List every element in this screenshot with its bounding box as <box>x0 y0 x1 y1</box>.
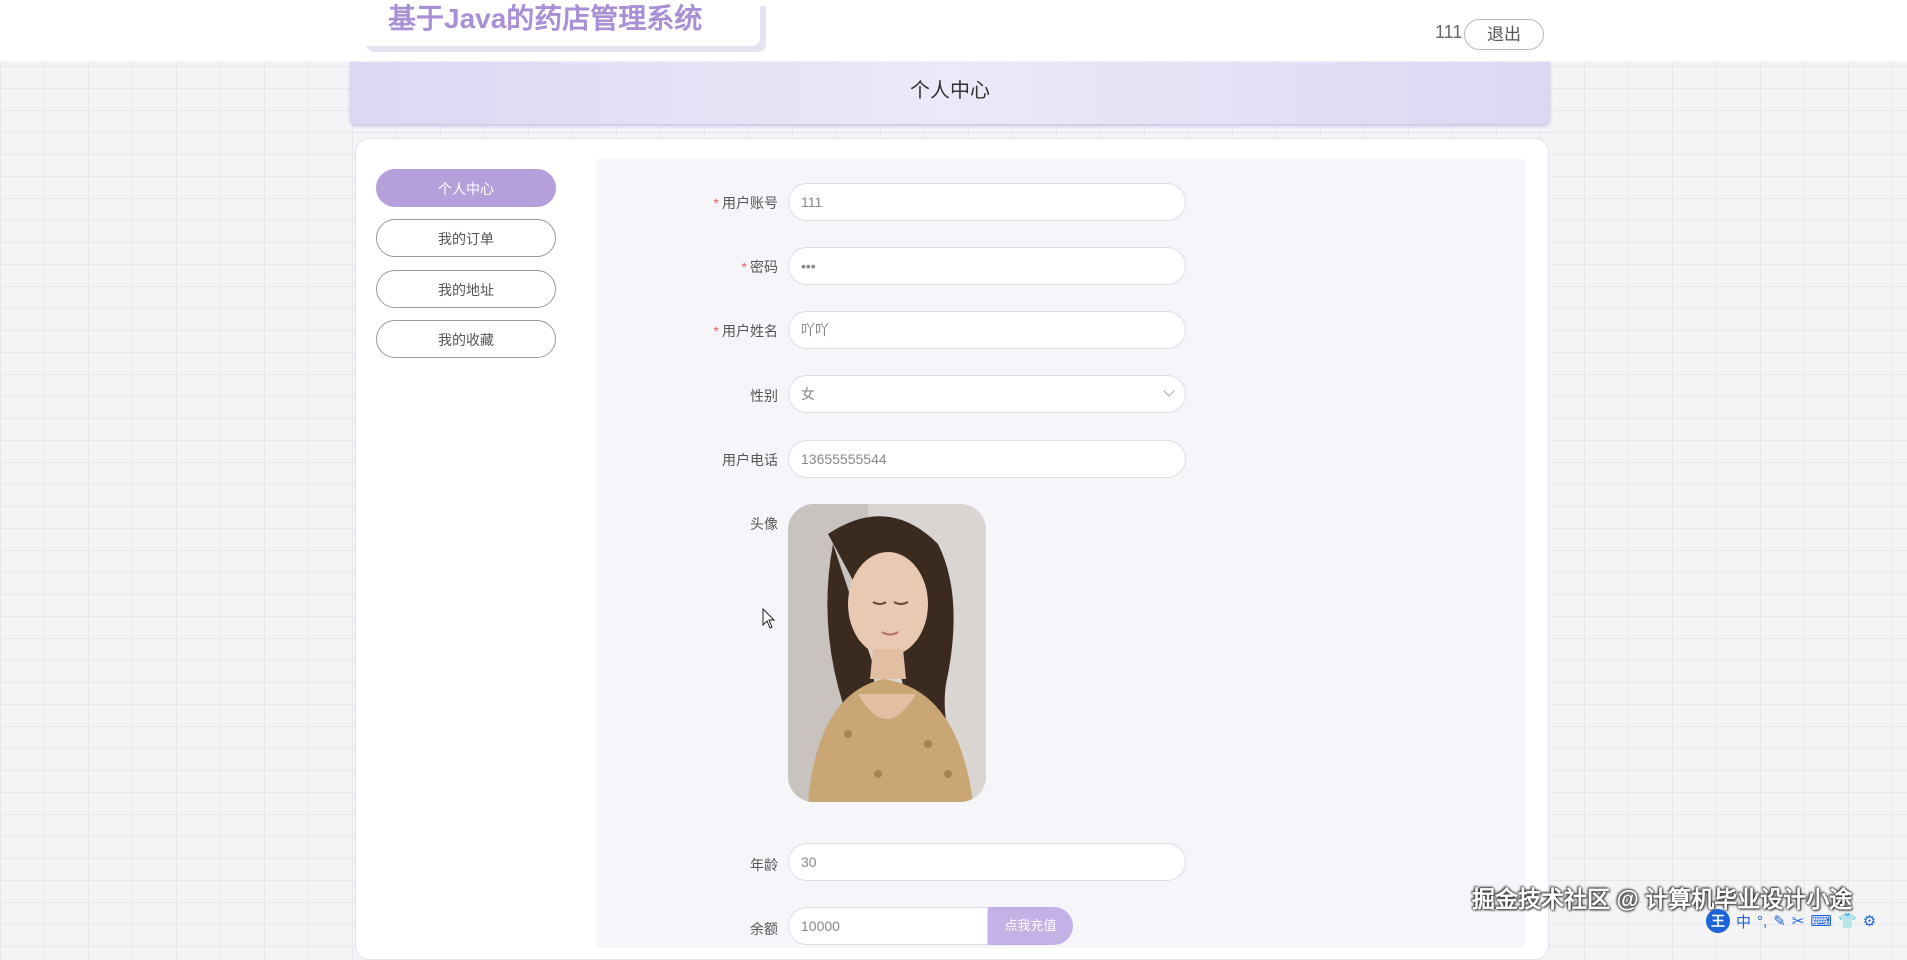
sidebar-item-orders[interactable]: 我的订单 <box>376 219 556 257</box>
recharge-button[interactable]: 点我充值 <box>988 907 1073 945</box>
top-bar: 基于Java的药店管理系统 111 退出 <box>0 0 1907 61</box>
current-username: 111 <box>1435 22 1463 42</box>
ime-skin-icon[interactable]: 👕 <box>1838 912 1857 930</box>
mouse-cursor-icon <box>762 608 776 629</box>
age-label: 年龄 <box>750 857 778 873</box>
balance-label: 余额 <box>750 921 778 937</box>
password-label: * 密码 <box>741 259 778 275</box>
age-field[interactable]: 30 <box>788 843 1186 881</box>
ime-pen-icon[interactable]: ✎ <box>1773 912 1786 930</box>
gender-label: 性别 <box>750 388 778 404</box>
ime-punctuation-icon[interactable]: °, <box>1757 913 1767 930</box>
phone-label: 用户电话 <box>722 452 778 468</box>
phone-field[interactable]: 13655555544 <box>788 440 1186 478</box>
site-logo: 基于Java的药店管理系统 <box>360 0 760 46</box>
chevron-down-icon <box>1163 385 1175 397</box>
sidebar-item-profile[interactable]: 个人中心 <box>376 169 556 207</box>
ime-mode-indicator[interactable]: 中 <box>1736 911 1751 932</box>
site-title: 基于Java的药店管理系统 <box>388 3 703 34</box>
gender-select[interactable]: 女 <box>788 375 1186 413</box>
ime-logo-icon[interactable]: 王 <box>1706 909 1730 933</box>
ime-scissors-icon[interactable]: ✂ <box>1792 912 1805 930</box>
account-field[interactable]: 111 <box>788 183 1186 221</box>
page-title: 个人中心 <box>350 62 1550 124</box>
portrait-illustration <box>788 504 986 802</box>
logout-button[interactable]: 退出 <box>1464 19 1544 50</box>
avatar-label: 头像 <box>750 516 778 532</box>
gender-value: 女 <box>801 386 815 402</box>
sidebar-item-favorites[interactable]: 我的收藏 <box>376 320 556 358</box>
ime-toolbar: 王 中 °, ✎ ✂ ⌨ 👕 ⚙ <box>1706 909 1902 933</box>
name-label: * 用户姓名 <box>713 323 778 339</box>
sidebar-item-addresses[interactable]: 我的地址 <box>376 270 556 308</box>
ime-keyboard-icon[interactable]: ⌨ <box>1810 912 1832 930</box>
name-field[interactable]: 吖吖 <box>788 311 1186 349</box>
password-field[interactable]: ••• <box>788 247 1186 285</box>
account-label: * 用户账号 <box>713 195 778 211</box>
balance-field[interactable]: 10000 <box>788 907 988 945</box>
avatar-image[interactable] <box>788 504 986 802</box>
ime-settings-icon[interactable]: ⚙ <box>1863 912 1876 930</box>
